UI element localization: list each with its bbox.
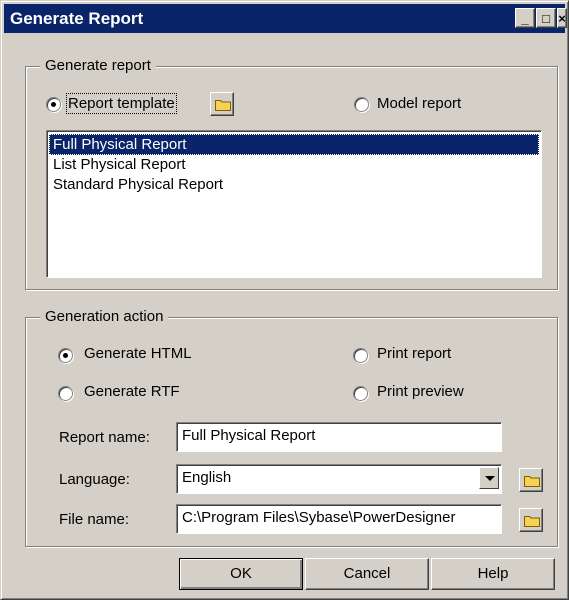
language-value: English xyxy=(182,469,232,486)
language-label: Language: xyxy=(59,471,130,488)
print-preview-radio[interactable] xyxy=(353,386,368,401)
generate-html-radio[interactable] xyxy=(58,348,73,363)
language-browse-button[interactable] xyxy=(519,468,543,492)
template-browse-button[interactable] xyxy=(210,92,234,116)
maximize-button[interactable]: □ xyxy=(536,8,556,28)
file-name-label: File name: xyxy=(59,511,130,528)
report-name-input[interactable]: Full Physical Report xyxy=(176,422,502,452)
report-template-list[interactable]: Full Physical Report List Physical Repor… xyxy=(46,130,542,278)
file-name-input[interactable]: C:\Program Files\Sybase\PowerDesigner xyxy=(176,504,502,534)
list-item[interactable]: Full Physical Report xyxy=(49,134,539,155)
language-select[interactable]: English xyxy=(176,464,502,494)
print-preview-label: Print preview xyxy=(377,383,464,400)
help-button[interactable]: Help xyxy=(431,558,555,590)
generate-rtf-label: Generate RTF xyxy=(84,383,180,400)
folder-icon xyxy=(524,476,540,487)
generate-report-group: Generate report Report template Model re… xyxy=(25,57,558,290)
print-report-radio[interactable] xyxy=(353,348,368,363)
list-item[interactable]: Standard Physical Report xyxy=(49,175,539,195)
generation-action-group: Generation action Generate HTML Print re… xyxy=(25,308,558,547)
close-button[interactable]: × xyxy=(557,8,567,28)
model-report-radio[interactable] xyxy=(354,97,369,112)
ok-button[interactable]: OK xyxy=(179,558,303,590)
generate-rtf-radio[interactable] xyxy=(58,386,73,401)
minimize-button[interactable]: _ xyxy=(515,8,535,28)
report-name-label: Report name: xyxy=(59,429,150,446)
generation-action-legend: Generation action xyxy=(40,308,169,325)
print-report-label: Print report xyxy=(377,345,452,362)
generate-report-legend: Generate report xyxy=(40,57,156,74)
generate-html-label: Generate HTML xyxy=(84,345,192,362)
folder-icon xyxy=(215,100,231,111)
chevron-down-icon[interactable] xyxy=(479,467,499,489)
model-report-label: Model report xyxy=(377,95,462,112)
window-title: Generate Report xyxy=(10,9,144,28)
file-name-browse-button[interactable] xyxy=(519,508,543,532)
list-item[interactable]: List Physical Report xyxy=(49,155,539,175)
report-template-label[interactable]: Report template xyxy=(66,93,177,114)
folder-icon xyxy=(524,516,540,527)
generate-report-dialog: Generate Report _ □ × Generate report Re… xyxy=(0,0,569,600)
title-bar[interactable]: Generate Report _ □ × xyxy=(4,4,567,33)
report-template-radio[interactable] xyxy=(46,97,61,112)
cancel-button[interactable]: Cancel xyxy=(305,558,429,590)
